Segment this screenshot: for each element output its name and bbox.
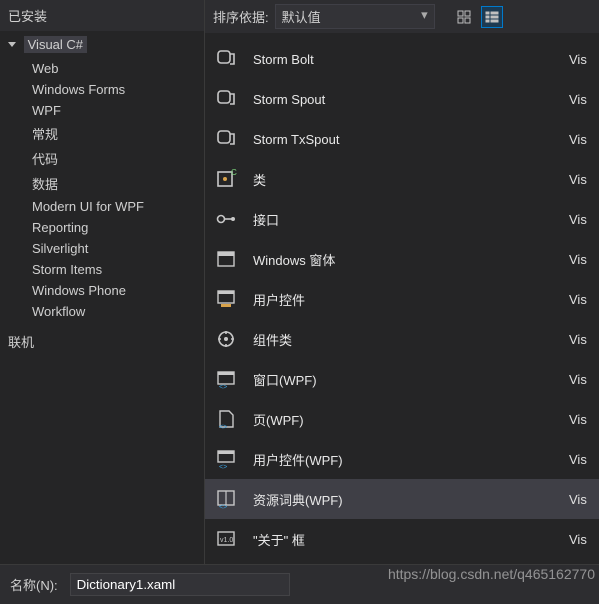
storm-icon xyxy=(213,86,239,112)
template-language: Vis xyxy=(569,52,591,67)
bottom-bar: 名称(N): xyxy=(0,564,599,604)
template-name: 类 xyxy=(253,170,555,189)
template-row[interactable]: v1.0 "关于" 框 Vis xyxy=(205,519,599,559)
sidebar-item[interactable]: 数据 xyxy=(28,171,204,196)
sort-by-label: 排序依据: xyxy=(213,7,269,26)
svg-text:C#: C# xyxy=(231,168,237,177)
template-row[interactable]: Windows 窗体 Vis xyxy=(205,239,599,279)
wpfpage-icon: <> xyxy=(213,406,239,432)
toolbar: 排序依据: 默认值 xyxy=(205,0,599,33)
template-name: 页(WPF) xyxy=(253,410,555,429)
name-label: 名称(N): xyxy=(10,575,58,594)
view-list-button[interactable] xyxy=(481,6,503,28)
template-row[interactable]: <> 页(WPF) Vis xyxy=(205,399,599,439)
template-row[interactable]: 组件类 Vis xyxy=(205,319,599,359)
form-icon xyxy=(213,246,239,272)
template-row[interactable]: <> 资源词典(WPF) Vis xyxy=(205,479,599,519)
sidebar-item[interactable]: Windows Forms xyxy=(28,79,204,100)
sort-by-combo[interactable]: 默认值 xyxy=(275,4,435,29)
sidebar-item[interactable]: WPF xyxy=(28,100,204,121)
template-name: Storm TxSpout xyxy=(253,132,555,147)
usercontrol-icon xyxy=(213,286,239,312)
svg-text:<>: <> xyxy=(219,384,227,390)
name-input[interactable] xyxy=(70,573,290,596)
svg-text:<>: <> xyxy=(219,464,227,470)
sidebar-root-label[interactable]: Visual C# xyxy=(24,36,87,53)
svg-text:v1.0: v1.0 xyxy=(220,537,233,544)
template-language: Vis xyxy=(569,492,591,507)
template-language: Vis xyxy=(569,532,591,547)
sidebar-section-online[interactable]: 联机 xyxy=(0,332,204,357)
template-language: Vis xyxy=(569,372,591,387)
template-name: 资源词典(WPF) xyxy=(253,490,555,509)
template-name: Storm Spout xyxy=(253,92,555,107)
sidebar-item[interactable]: Storm Items xyxy=(28,259,204,280)
template-row[interactable]: Storm Bolt Vis xyxy=(205,39,599,79)
sidebar-item[interactable]: Reporting xyxy=(28,217,204,238)
template-language: Vis xyxy=(569,332,591,347)
svg-text:<>: <> xyxy=(219,424,227,430)
template-language: Vis xyxy=(569,212,591,227)
storm-icon xyxy=(213,126,239,152)
template-row[interactable]: Storm TxSpout Vis xyxy=(205,119,599,159)
template-language: Vis xyxy=(569,292,591,307)
template-row[interactable]: <> 窗口(WPF) Vis xyxy=(205,359,599,399)
sidebar: 已安装 Visual C# WebWindows FormsWPF常规代码数据M… xyxy=(0,0,205,564)
template-name: 用户控件 xyxy=(253,290,555,309)
template-name: 窗口(WPF) xyxy=(253,370,555,389)
sidebar-item[interactable]: Web xyxy=(28,58,204,79)
template-language: Vis xyxy=(569,132,591,147)
view-grid-button[interactable] xyxy=(453,6,475,28)
resdict-icon: <> xyxy=(213,486,239,512)
interface-icon xyxy=(213,206,239,232)
template-language: Vis xyxy=(569,92,591,107)
template-name: 用户控件(WPF) xyxy=(253,450,555,469)
sidebar-item[interactable]: Silverlight xyxy=(28,238,204,259)
wpfwin-icon: <> xyxy=(213,366,239,392)
template-row[interactable]: C# 类 Vis xyxy=(205,159,599,199)
template-name: 组件类 xyxy=(253,330,555,349)
class-icon: C# xyxy=(213,166,239,192)
template-language: Vis xyxy=(569,452,591,467)
template-name: Storm Bolt xyxy=(253,52,555,67)
right-pane: 排序依据: 默认值 Storm BoltVisStorm SpoutVisSto… xyxy=(205,0,599,564)
template-row[interactable]: Storm Spout Vis xyxy=(205,79,599,119)
template-language: Vis xyxy=(569,172,591,187)
svg-text:<>: <> xyxy=(219,504,227,510)
template-row[interactable]: <> 用户控件(WPF) Vis xyxy=(205,439,599,479)
wpfuc-icon: <> xyxy=(213,446,239,472)
sidebar-item[interactable]: Workflow xyxy=(28,301,204,322)
sidebar-item[interactable]: Windows Phone xyxy=(28,280,204,301)
template-row[interactable]: 用户控件 Vis xyxy=(205,279,599,319)
template-row[interactable]: 接口 Vis xyxy=(205,199,599,239)
sidebar-header-installed[interactable]: 已安装 xyxy=(0,0,204,31)
sidebar-item[interactable]: Modern UI for WPF xyxy=(28,196,204,217)
sidebar-item[interactable]: 常规 xyxy=(28,121,204,146)
storm-icon xyxy=(213,46,239,72)
template-name: Windows 窗体 xyxy=(253,250,555,269)
sidebar-root-group[interactable]: Visual C# xyxy=(0,31,204,56)
sidebar-item[interactable]: 代码 xyxy=(28,146,204,171)
template-name: 接口 xyxy=(253,210,555,229)
expand-caret-icon xyxy=(8,42,16,50)
template-language: Vis xyxy=(569,252,591,267)
about-icon: v1.0 xyxy=(213,526,239,552)
template-list[interactable]: Storm BoltVisStorm SpoutVisStorm TxSpout… xyxy=(205,33,599,564)
template-language: Vis xyxy=(569,412,591,427)
template-name: "关于" 框 xyxy=(253,530,555,549)
component-icon xyxy=(213,326,239,352)
